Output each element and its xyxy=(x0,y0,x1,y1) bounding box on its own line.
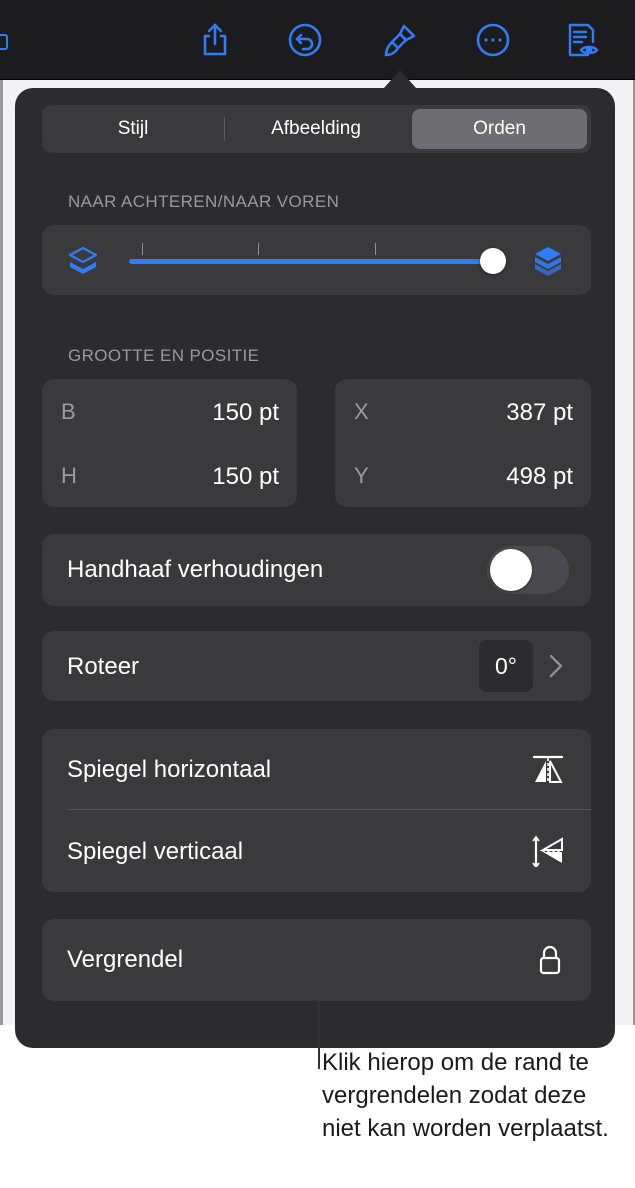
format-tabs: Stijl Afbeelding Orden xyxy=(42,105,591,153)
size-card: B 150 pt H 150 pt xyxy=(42,379,297,507)
slider-tick xyxy=(142,243,143,255)
width-field[interactable]: 150 pt xyxy=(212,399,279,427)
bring-forward-icon[interactable] xyxy=(533,245,563,277)
format-popover: Stijl Afbeelding Orden NAAR ACHTEREN/NAA… xyxy=(15,88,615,1048)
more-icon[interactable] xyxy=(473,20,513,60)
height-label: H xyxy=(61,463,77,488)
lock-label: Vergrendel xyxy=(67,946,184,973)
flip-card: Spiegel horizontaal Spiegel verticaal xyxy=(42,729,591,892)
constrain-label: Handhaaf verhoudingen xyxy=(67,556,324,583)
height-field[interactable]: 150 pt xyxy=(212,463,279,491)
constrain-row: Handhaaf verhoudingen xyxy=(42,534,591,606)
y-field[interactable]: 498 pt xyxy=(506,463,573,491)
send-backward-icon[interactable] xyxy=(68,245,98,277)
tab-image[interactable]: Afbeelding xyxy=(228,109,404,149)
position-card: X 387 pt Y 498 pt xyxy=(335,379,591,507)
lock-icon[interactable] xyxy=(539,945,561,975)
x-field[interactable]: 387 pt xyxy=(506,399,573,427)
flip-vertical-button[interactable]: Spiegel verticaal xyxy=(67,838,243,866)
slider-tick xyxy=(375,243,376,255)
callout-text: Klik hierop om de rand te vergrendelen z… xyxy=(322,1049,609,1142)
layer-slider-track[interactable] xyxy=(129,259,493,264)
share-icon[interactable] xyxy=(195,20,235,60)
toolbar xyxy=(0,0,635,80)
constrain-toggle[interactable] xyxy=(487,546,569,594)
popover-arrow xyxy=(384,70,416,88)
rotate-label: Roteer xyxy=(67,653,140,680)
rotate-value[interactable]: 0° xyxy=(479,640,533,692)
chevron-right-icon xyxy=(549,654,563,678)
tab-arrange[interactable]: Orden xyxy=(412,109,587,149)
flip-separator xyxy=(67,809,591,810)
layer-slider-thumb[interactable] xyxy=(480,248,506,274)
undo-icon[interactable] xyxy=(285,20,325,60)
canvas-frame-left xyxy=(0,80,3,1025)
lock-row[interactable]: Vergrendel xyxy=(42,919,591,1001)
media-icon[interactable] xyxy=(0,34,8,50)
slider-tick xyxy=(258,243,259,255)
flip-vertical-icon[interactable] xyxy=(532,835,564,867)
width-label: B xyxy=(61,399,76,424)
tab-divider xyxy=(224,117,225,141)
format-brush-icon[interactable] xyxy=(380,20,420,60)
y-label: Y xyxy=(354,463,369,488)
size-position-section-title: GROOTTE EN POSITIE xyxy=(68,346,260,365)
rotate-row[interactable]: Roteer 0° xyxy=(42,631,591,701)
toggle-knob xyxy=(490,549,532,591)
flip-horizontal-button[interactable]: Spiegel horizontaal xyxy=(67,756,271,784)
layer-order-card xyxy=(42,225,591,295)
tab-style[interactable]: Stijl xyxy=(46,109,220,149)
callout-line xyxy=(318,1001,320,1069)
x-label: X xyxy=(354,399,369,424)
arrange-section-title: NAAR ACHTEREN/NAAR VOREN xyxy=(68,192,340,211)
reading-view-icon[interactable] xyxy=(562,20,602,60)
flip-horizontal-icon[interactable] xyxy=(532,753,564,785)
